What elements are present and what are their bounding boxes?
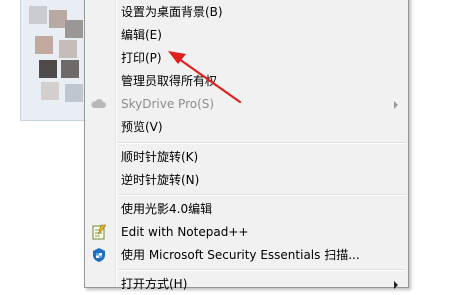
annotation-arrow (168, 51, 242, 104)
submenu-arrow-icon (394, 281, 398, 289)
